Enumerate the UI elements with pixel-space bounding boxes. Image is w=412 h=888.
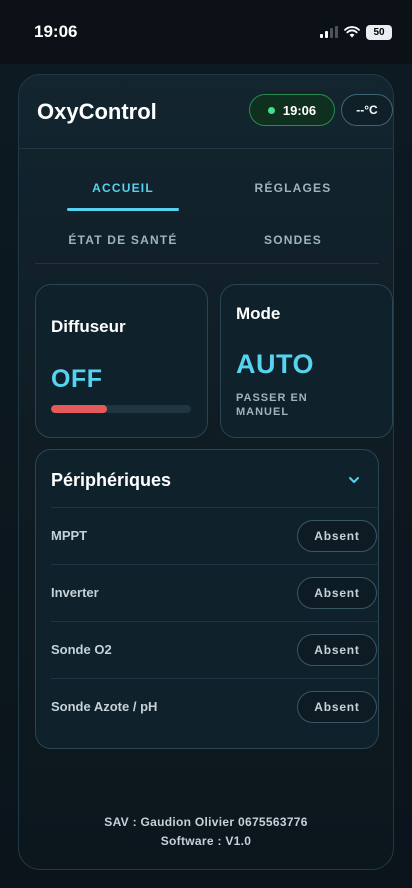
peripheral-row: MPPT Absent — [51, 507, 379, 564]
peripheral-name: Sonde Azote / pH — [51, 699, 158, 714]
mode-title: Mode — [236, 304, 281, 323]
signal-icon — [320, 26, 338, 38]
tabs-divider — [35, 263, 379, 264]
tab-reglages[interactable]: RÉGLAGES — [223, 181, 363, 195]
tab-sondes[interactable]: SONDES — [223, 233, 363, 247]
diffuser-title: Diffuseur — [51, 317, 126, 336]
switch-to-manual-button[interactable]: PASSER EN MANUEL — [236, 391, 336, 419]
temperature-value: --°C — [356, 103, 378, 117]
temperature-badge: --°C — [341, 94, 393, 126]
main-panel: OxyControl 19:06 --°C ACCUEIL RÉGLAGES É… — [18, 74, 394, 870]
peripheral-name: Sonde O2 — [51, 642, 112, 657]
tab-etat-de-sante[interactable]: ÉTAT DE SANTÉ — [53, 233, 193, 247]
chevron-down-icon[interactable] — [346, 472, 362, 488]
peripherals-panel: Périphériques MPPT Absent Inverter Absen… — [35, 449, 379, 749]
peripherals-title: Périphériques — [51, 470, 172, 490]
peripheral-status-badge: Absent — [297, 634, 377, 666]
tab-accueil[interactable]: ACCUEIL — [53, 181, 193, 195]
support-contact: SAV : Gaudion Olivier 0675563776 — [104, 815, 308, 829]
mode-card: Mode AUTO PASSER EN MANUEL — [220, 284, 393, 438]
diffuser-level-fill — [51, 405, 107, 413]
clock-time: 19:06 — [282, 102, 317, 118]
peripheral-name: Inverter — [51, 585, 99, 600]
peripheral-name: MPPT — [51, 528, 88, 543]
software-version: Software : V1.0 — [160, 834, 252, 848]
status-bar: 19:06 50 — [0, 0, 412, 64]
diffuser-state: OFF — [51, 365, 103, 393]
online-dot-icon — [267, 106, 275, 114]
app-header: OxyControl 19:06 --°C — [19, 75, 393, 149]
peripheral-status-badge: Absent — [297, 577, 377, 609]
diffuser-level-bar — [51, 405, 191, 413]
battery-icon: 50 — [366, 24, 392, 40]
mode-value: AUTO — [236, 349, 315, 379]
status-time: 19:06 — [34, 22, 78, 41]
wifi-icon — [344, 26, 360, 38]
peripheral-row: Inverter Absent — [51, 564, 379, 621]
peripheral-status-badge: Absent — [297, 520, 377, 552]
footer: SAV : Gaudion Olivier 0675563776 Softwar… — [19, 813, 393, 851]
status-icons: 50 — [320, 24, 392, 40]
diffuser-card[interactable]: Diffuseur OFF — [35, 284, 208, 438]
peripheral-row: Sonde Azote / pH Absent — [51, 678, 379, 735]
clock-badge: 19:06 — [249, 94, 335, 126]
app-title: OxyControl — [37, 99, 157, 124]
active-tab-indicator — [67, 208, 179, 211]
peripheral-status-badge: Absent — [297, 691, 377, 723]
peripheral-row: Sonde O2 Absent — [51, 621, 379, 678]
